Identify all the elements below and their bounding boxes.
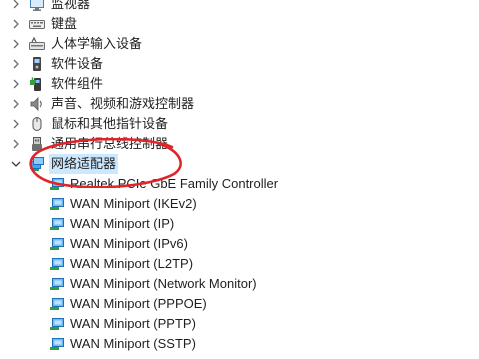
tree-item-label: WAN Miniport (PPPOE) bbox=[70, 296, 207, 311]
tree-item-software-components[interactable]: 软件组件 bbox=[0, 74, 479, 94]
tree-item-label: 声音、视频和游戏控制器 bbox=[51, 96, 195, 111]
tree-item-device[interactable]: WAN Miniport (IPv6) bbox=[0, 234, 479, 254]
tree-item-device[interactable]: WAN Miniport (PPPOE) bbox=[0, 294, 479, 314]
tree-item-mice[interactable]: 鼠标和其他指针设备 bbox=[0, 114, 479, 134]
tree-item-network-adapters[interactable]: 网络适配器 bbox=[0, 154, 479, 174]
tree-item-label: 人体学输入设备 bbox=[51, 36, 143, 51]
chevron-right-icon[interactable] bbox=[9, 14, 23, 34]
tree-item-label: WAN Miniport (L2TP) bbox=[70, 256, 194, 271]
network-adapter-icon bbox=[49, 276, 65, 292]
network-adapter-icon bbox=[49, 316, 65, 332]
chevron-right-icon[interactable] bbox=[9, 0, 23, 14]
tree-item-keyboards[interactable]: 键盘 bbox=[0, 14, 479, 34]
chevron-right-icon[interactable] bbox=[9, 34, 23, 54]
tree-item-label: 鼠标和其他指针设备 bbox=[51, 116, 169, 131]
monitor-icon bbox=[29, 0, 45, 12]
tree-item-device[interactable]: WAN Miniport (IKEv2) bbox=[0, 194, 479, 214]
software-device-icon bbox=[29, 56, 45, 72]
tree-item-usb-controllers[interactable]: 通用串行总线控制器 bbox=[0, 134, 479, 154]
tree-item-label: WAN Miniport (IKEv2) bbox=[70, 196, 197, 211]
tree-item-label: WAN Miniport (SSTP) bbox=[70, 336, 196, 351]
tree-item-label: 监视器 bbox=[51, 0, 91, 11]
usb-icon bbox=[29, 136, 45, 152]
tree-item-sound-video-game[interactable]: 声音、视频和游戏控制器 bbox=[0, 94, 479, 114]
tree-item-label: 网络适配器 bbox=[49, 154, 119, 174]
tree-item-label: 键盘 bbox=[51, 16, 78, 31]
network-adapter-icon bbox=[49, 236, 65, 252]
chevron-right-icon[interactable] bbox=[9, 94, 23, 114]
network-adapter-icon bbox=[49, 296, 65, 312]
tree-item-device[interactable]: WAN Miniport (L2TP) bbox=[0, 254, 479, 274]
software-component-icon bbox=[29, 76, 45, 92]
tree-item-label: WAN Miniport (IP) bbox=[70, 216, 175, 231]
tree-item-device[interactable]: Realtek PCIe GbE Family Controller bbox=[0, 174, 479, 194]
network-adapter-icon bbox=[49, 176, 65, 192]
device-manager-tree: 监视器 键盘 人体学输入设备 软件设备 软件组件 声音、视频和游戏控制器 鼠标和… bbox=[0, 0, 479, 354]
tree-item-label: WAN Miniport (IPv6) bbox=[70, 236, 188, 251]
chevron-right-icon[interactable] bbox=[9, 134, 23, 154]
tree-item-label: WAN Miniport (Network Monitor) bbox=[70, 276, 257, 291]
tree-item-monitors[interactable]: 监视器 bbox=[0, 0, 479, 14]
tree-item-label: 通用串行总线控制器 bbox=[51, 136, 169, 151]
chevron-right-icon[interactable] bbox=[9, 74, 23, 94]
hid-icon bbox=[29, 36, 45, 52]
mouse-icon bbox=[29, 116, 45, 132]
speaker-icon bbox=[29, 96, 45, 112]
network-adapter-icon bbox=[49, 196, 65, 212]
tree-item-label: Realtek PCIe GbE Family Controller bbox=[70, 176, 279, 191]
tree-item-hid[interactable]: 人体学输入设备 bbox=[0, 34, 479, 54]
tree-item-label: 软件设备 bbox=[51, 56, 104, 71]
tree-item-software-devices[interactable]: 软件设备 bbox=[0, 54, 479, 74]
tree-item-label: WAN Miniport (PPTP) bbox=[70, 316, 196, 331]
network-adapter-icon bbox=[49, 336, 65, 352]
chevron-right-icon[interactable] bbox=[9, 54, 23, 74]
chevron-down-icon[interactable] bbox=[9, 154, 23, 174]
network-adapter-icon bbox=[49, 216, 65, 232]
tree-item-device[interactable]: WAN Miniport (SSTP) bbox=[0, 334, 479, 354]
tree-item-device[interactable]: WAN Miniport (Network Monitor) bbox=[0, 274, 479, 294]
keyboard-icon bbox=[29, 16, 45, 32]
tree-item-label: 软件组件 bbox=[51, 76, 104, 91]
network-adapter-icon bbox=[29, 156, 45, 172]
tree-item-device[interactable]: WAN Miniport (IP) bbox=[0, 214, 479, 234]
chevron-right-icon[interactable] bbox=[9, 114, 23, 134]
tree-item-device[interactable]: WAN Miniport (PPTP) bbox=[0, 314, 479, 334]
network-adapter-icon bbox=[49, 256, 65, 272]
